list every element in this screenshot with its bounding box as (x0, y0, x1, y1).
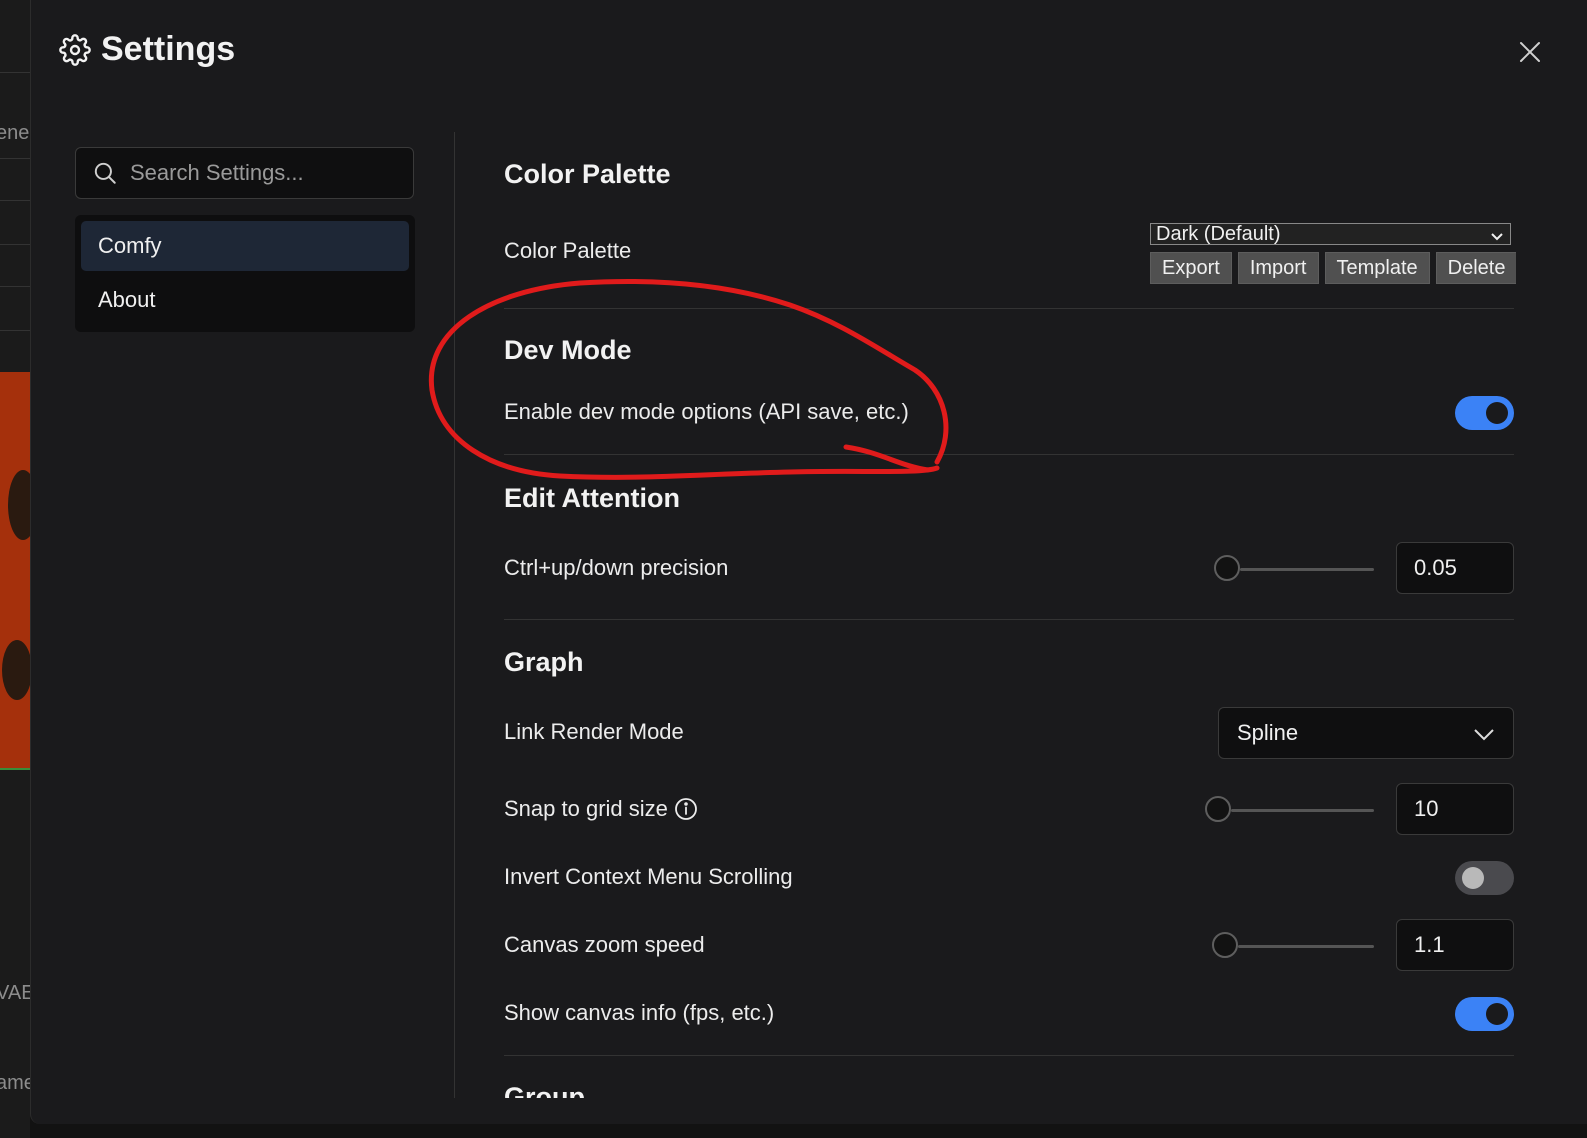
chevron-down-icon (1490, 227, 1504, 250)
group-title-dev-mode: Dev Mode (504, 335, 632, 365)
close-button[interactable] (1512, 34, 1548, 70)
group-title-group: Group (504, 1082, 585, 1098)
dev-mode-toggle[interactable] (1455, 396, 1514, 430)
bg-node-row (0, 244, 30, 279)
precision-slider[interactable] (1214, 554, 1374, 584)
bg-text-fragment: VAE (0, 982, 30, 1004)
color-palette-select[interactable]: Dark (Default) (1150, 223, 1511, 245)
dialog-header: Settings (59, 30, 235, 69)
bg-node-row (0, 286, 30, 321)
dialog-title: Settings (101, 30, 236, 68)
setting-label-color-palette: Color Palette (504, 238, 632, 263)
canvas-zoom-speed-slider[interactable] (1212, 931, 1374, 961)
slider-track (1238, 945, 1374, 948)
background-app-strip: ene VAE ame (0, 0, 30, 1138)
slider-thumb[interactable] (1212, 932, 1238, 958)
setting-label-snap-to-grid: Snap to grid size (504, 796, 698, 822)
setting-label-canvas-zoom-speed: Canvas zoom speed (504, 932, 705, 957)
slider-thumb[interactable] (1214, 555, 1240, 581)
info-icon[interactable] (674, 797, 698, 821)
toggle-knob (1486, 402, 1508, 424)
bg-node-row (0, 330, 30, 365)
setting-label-show-canvas-info: Show canvas info (fps, etc.) (504, 1000, 775, 1025)
invert-context-menu-toggle[interactable] (1455, 861, 1514, 895)
slider-thumb[interactable] (1205, 796, 1231, 822)
bg-text-fragment: ame (0, 1072, 30, 1094)
setting-label-precision: Ctrl+up/down precision (504, 555, 729, 580)
color-palette-selected: Dark (Default) (1156, 222, 1281, 245)
setting-label-link-render-mode: Link Render Mode (504, 719, 684, 744)
bg-node-row (0, 158, 30, 193)
delete-button[interactable]: Delete (1435, 252, 1516, 284)
bg-text-fragment: ene (0, 122, 30, 144)
palette-button-group: Export Import Template Delete (1150, 252, 1516, 284)
canvas-zoom-speed-input[interactable] (1396, 919, 1514, 971)
bg-image-detail (8, 470, 30, 540)
snap-to-grid-slider[interactable] (1205, 795, 1374, 825)
snap-to-grid-input[interactable] (1396, 783, 1514, 835)
settings-dialog: Settings Comfy About Color Palette Color… (30, 0, 1587, 1124)
group-title-color-palette: Color Palette (504, 159, 671, 189)
chevron-down-icon (1473, 724, 1495, 750)
category-item-comfy[interactable]: Comfy (81, 221, 409, 271)
sidebar-divider (454, 132, 455, 1098)
group-title-graph: Graph (504, 647, 584, 677)
gear-icon (59, 33, 91, 66)
group-divider (504, 1055, 1514, 1056)
show-canvas-info-toggle[interactable] (1455, 997, 1514, 1031)
category-item-about[interactable]: About (81, 275, 409, 325)
slider-track (1240, 568, 1374, 571)
import-button[interactable]: Import (1237, 252, 1319, 284)
group-divider (504, 308, 1514, 309)
precision-input[interactable] (1396, 542, 1514, 594)
group-title-edit-attention: Edit Attention (504, 483, 680, 513)
snap-to-grid-text: Snap to grid size (504, 796, 668, 821)
toggle-knob (1486, 1003, 1508, 1025)
bg-progress-line (0, 768, 30, 770)
dropdown-value: Spline (1237, 720, 1299, 745)
slider-track (1231, 809, 1374, 812)
close-icon (1518, 40, 1542, 64)
bg-image-preview (0, 372, 30, 770)
export-button[interactable]: Export (1150, 252, 1232, 284)
category-list: Comfy About (75, 215, 415, 332)
group-divider (504, 619, 1514, 620)
toggle-knob (1462, 867, 1484, 889)
search-box (75, 147, 414, 199)
settings-content: Color Palette Color Palette Dark (Defaul… (504, 132, 1516, 1098)
bg-node-row (0, 200, 30, 235)
search-input[interactable] (128, 159, 412, 187)
group-divider (504, 454, 1514, 455)
setting-label-invert-context-menu: Invert Context Menu Scrolling (504, 864, 793, 889)
link-render-mode-dropdown[interactable]: Spline (1218, 707, 1514, 759)
template-button[interactable]: Template (1324, 252, 1430, 284)
bg-image-detail (2, 640, 30, 700)
search-icon (92, 160, 118, 186)
setting-label-dev-mode: Enable dev mode options (API save, etc.) (504, 399, 909, 424)
bg-node-row (0, 72, 30, 107)
